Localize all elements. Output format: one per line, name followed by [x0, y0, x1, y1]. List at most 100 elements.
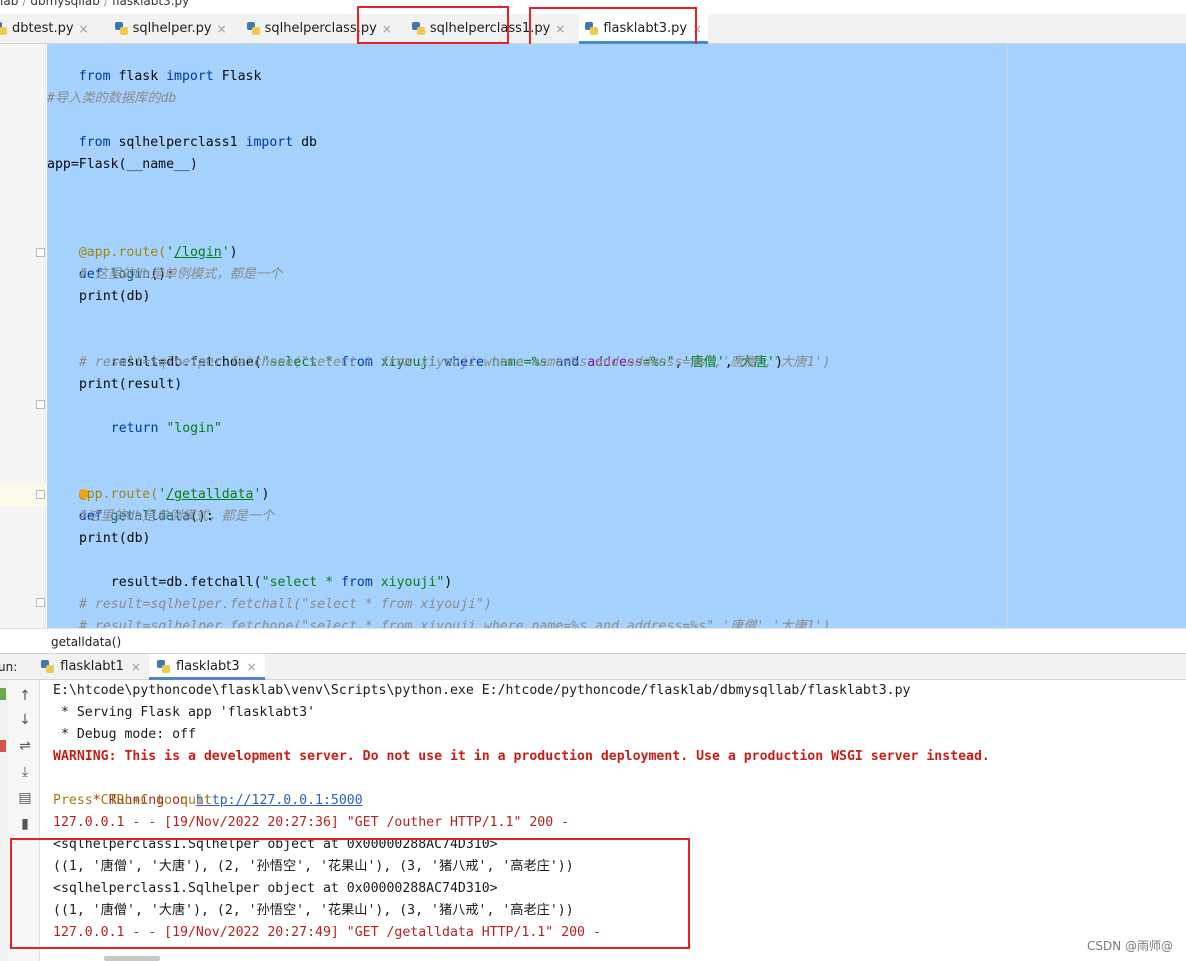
trash-icon[interactable]: ▮	[14, 814, 36, 834]
close-icon[interactable]: ×	[247, 660, 257, 674]
code-text: sqlhelperclass1	[110, 135, 246, 150]
code-line-comment: #导入类的数据库的db	[47, 91, 177, 106]
close-icon[interactable]: ×	[131, 660, 141, 674]
tab-label: dbtest.py	[12, 21, 74, 36]
python-file-icon	[246, 22, 260, 35]
code-text: result=db.fetchall(	[110, 575, 262, 590]
run-tab-flasklabt3[interactable]: flasklabt3 ×	[148, 653, 265, 680]
tab-flasklabt3[interactable]: flasklabt3.py ×	[579, 13, 709, 44]
code-text: )	[261, 487, 270, 502]
string: "select *	[261, 575, 342, 590]
down-arrow-icon[interactable]: ↓	[14, 710, 36, 730]
string: xiyouji"	[372, 575, 445, 590]
console-line: ((1, '唐僧', '大唐'), (2, '孙悟空', '花果山'), (3,…	[53, 903, 574, 918]
close-icon[interactable]: ×	[217, 22, 227, 36]
console-line: <sqlhelperclass1.Sqlhelper object at 0x0…	[53, 881, 498, 896]
python-file-icon	[0, 22, 7, 35]
fold-marker-icon[interactable]	[36, 400, 45, 409]
close-icon[interactable]: ×	[555, 22, 565, 36]
console-line: <sqlhelperclass1.Sqlhelper object at 0x0…	[53, 837, 498, 852]
run-tab-label: flasklabt1	[60, 659, 124, 674]
editor-gutter	[0, 44, 46, 628]
code-editor[interactable]: from flask import Flask #导入类的数据库的db from…	[47, 44, 1186, 628]
string: '	[221, 245, 230, 260]
code-text: flask	[110, 69, 167, 84]
up-arrow-icon[interactable]: ↑	[14, 686, 36, 706]
string: "login"	[166, 421, 222, 436]
tab-label: sqlhelperclass1.py	[429, 21, 551, 36]
keyword: return	[110, 421, 159, 436]
run-label: un:	[0, 659, 18, 674]
run-tool-tab-bar: un: flasklabt1 × flasklabt3 ×	[0, 653, 1186, 680]
keyword: import	[166, 69, 214, 84]
horizontal-scrollbar[interactable]	[104, 956, 160, 961]
code-text: )	[229, 245, 238, 260]
sql-keyword: from	[341, 575, 373, 590]
run-tab-flasklabt1[interactable]: flasklabt1 ×	[33, 654, 149, 680]
fold-marker-icon[interactable]	[36, 598, 45, 607]
fold-marker-icon[interactable]	[36, 490, 45, 499]
server-url-link[interactable]: http://127.0.0.1:5000	[196, 793, 363, 808]
stop-icon[interactable]	[0, 740, 6, 752]
watermark-text: CSDN @雨师@	[1087, 939, 1174, 953]
keyword: from	[78, 135, 111, 150]
tab-sqlhelper[interactable]: sqlhelper.py ×	[109, 14, 233, 44]
python-file-icon	[411, 22, 425, 35]
code-line-decorator: @pp.route('/getalldata')	[47, 462, 269, 502]
console-line: E:\htcode\pythoncode\flasklab\venv\Scrip…	[53, 683, 911, 698]
tab-label: sqlhelperclass.py	[264, 21, 377, 36]
code-text: )	[444, 575, 453, 590]
python-run-icon	[41, 660, 55, 673]
soft-wrap-icon[interactable]: ⇌	[14, 736, 36, 756]
console-line: 127.0.0.1 - - [19/Nov/2022 20:27:49] "GE…	[53, 925, 601, 940]
right-margin-guide	[1007, 44, 1008, 628]
console-toolbar: ↑ ↓ ⇌ ⤓ ▤ ▮	[8, 680, 40, 961]
console-line: * Debug mode: off	[53, 727, 196, 742]
tab-dbtest[interactable]: dbtest.py ×	[0, 14, 95, 44]
print-icon[interactable]: ▤	[14, 788, 36, 808]
console-line: 127.0.0.1 - - [19/Nov/2022 20:27:36] "GE…	[53, 815, 570, 830]
console-line: * Running on http://127.0.0.1:5000	[53, 768, 363, 808]
close-icon[interactable]: ×	[382, 22, 392, 36]
code-line: from sqlhelperclass1 import db	[47, 110, 317, 150]
code-line-def: def getalldata():	[47, 484, 214, 524]
code-line: print(db)	[79, 289, 151, 304]
close-icon[interactable]: ×	[79, 22, 89, 36]
tab-sqlhelperclass[interactable]: sqlhelperclass.py ×	[241, 14, 398, 44]
code-line-comment: #这里的db是单例模式，都是一个	[79, 509, 275, 524]
tab-sqlhelperclass1[interactable]: sqlhelperclass1.py ×	[406, 14, 571, 44]
code-line: result=db.fetchall("select * from xiyouj…	[47, 550, 452, 590]
run-tab-label: flasklabt3	[175, 659, 240, 674]
fold-marker-icon[interactable]	[36, 248, 45, 257]
tab-label: flasklabt3.py	[603, 21, 688, 36]
rerun-icon[interactable]	[0, 688, 6, 700]
editor-tab-bar: dbtest.py × sqlhelper.py × sqlhelperclas…	[0, 13, 1186, 44]
python-file-icon	[114, 22, 128, 35]
console-line: Press CTRL+C to quit	[53, 793, 212, 808]
file-breadcrumb: lab / dbmysqllab / flasklabt3.py	[0, 0, 189, 8]
breadcrumb-item[interactable]: flasklabt3.py	[112, 0, 189, 8]
code-line-comment: # result=sqlhelper.fetchone("select * fr…	[79, 619, 831, 628]
editor-breadcrumb[interactable]: getalldata()	[0, 628, 1186, 654]
python-file-icon	[585, 22, 599, 35]
run-console[interactable]: E:\htcode\pythoncode\flasklab\venv\Scrip…	[41, 680, 1186, 961]
python-run-icon	[156, 660, 170, 673]
run-side-strip	[0, 680, 8, 961]
console-line: ((1, '唐僧', '大唐'), (2, '孙悟空', '花果山'), (3,…	[53, 859, 574, 874]
keyword: import	[245, 135, 294, 150]
code-line-return: return "login"	[47, 396, 222, 436]
breadcrumb-item[interactable]: dbmysqllab	[30, 0, 100, 8]
code-line-def: def login():	[47, 242, 174, 282]
keyword: from	[78, 69, 111, 84]
breadcrumb-item[interactable]: lab	[0, 0, 18, 8]
console-warning-line: WARNING: This is a development server. D…	[53, 749, 990, 764]
close-icon[interactable]: ×	[692, 22, 702, 36]
scroll-to-end-icon[interactable]: ⤓	[14, 762, 36, 782]
code-line: print(result)	[79, 377, 183, 392]
breadcrumb-separator: /	[22, 0, 27, 8]
code-line: app=Flask(__name__)	[47, 157, 198, 172]
code-text: db	[293, 135, 317, 150]
code-line-comment: # 这里的db是单例模式，都是一个	[79, 267, 283, 282]
console-line: * Serving Flask app 'flasklabt3'	[53, 705, 316, 720]
tab-label: sqlhelper.py	[132, 21, 212, 36]
